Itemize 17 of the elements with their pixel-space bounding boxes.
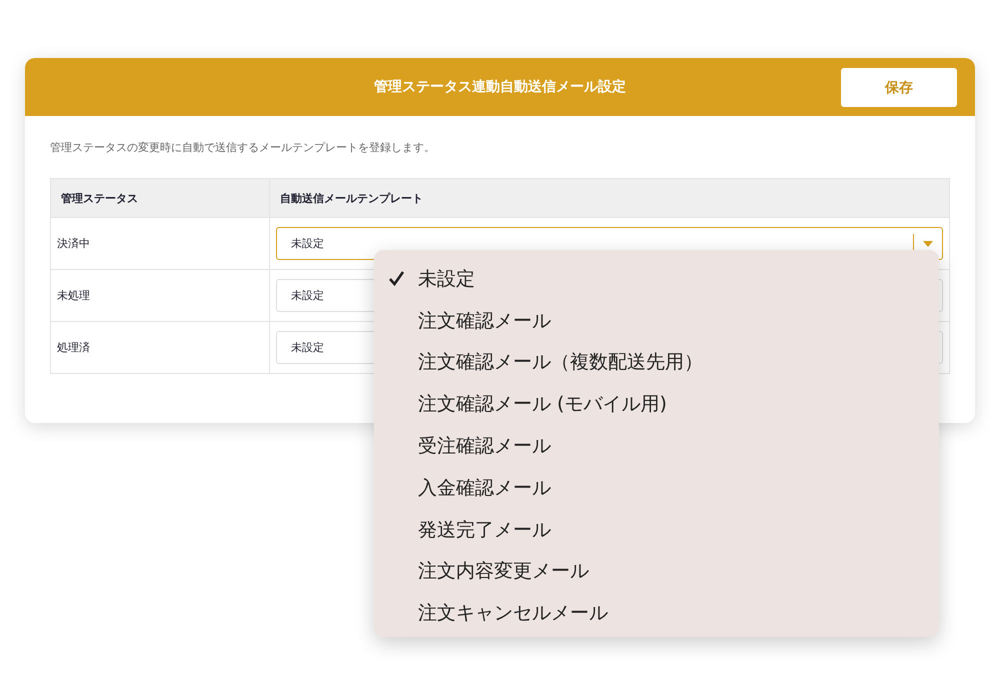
column-header: 自動送信メールテンプレート — [270, 178, 950, 218]
status-cell: 決済中 — [50, 218, 270, 270]
status-cell: 未処理 — [50, 270, 270, 322]
dropdown-option[interactable]: 発送完了メール — [374, 508, 939, 551]
panel-title: 管理ステータス連動自動送信メール設定 — [374, 78, 626, 96]
status-cell: 処理済 — [50, 322, 270, 374]
dropdown-option[interactable]: 注文確認メール — [374, 300, 939, 342]
dropdown-option[interactable]: 受注確認メール — [374, 425, 939, 467]
dropdown-option[interactable]: 未設定 — [374, 258, 939, 300]
dropdown-option[interactable]: 注文確認メール (モバイル用) — [374, 383, 939, 426]
dropdown-option[interactable]: 注文内容変更メール — [374, 550, 939, 592]
caret-icon — [923, 240, 933, 246]
dropdown-option[interactable]: 注文キャンセルメール — [374, 592, 939, 634]
column-header: 管理ステータス — [50, 178, 270, 218]
dropdown-option[interactable]: 入金確認メール — [374, 466, 939, 509]
description-text: 管理ステータスの変更時に自動で送信するメールテンプレートを登録します。 — [50, 140, 436, 155]
dropdown-option[interactable]: 注文確認メール（複数配送先用） — [374, 342, 939, 384]
